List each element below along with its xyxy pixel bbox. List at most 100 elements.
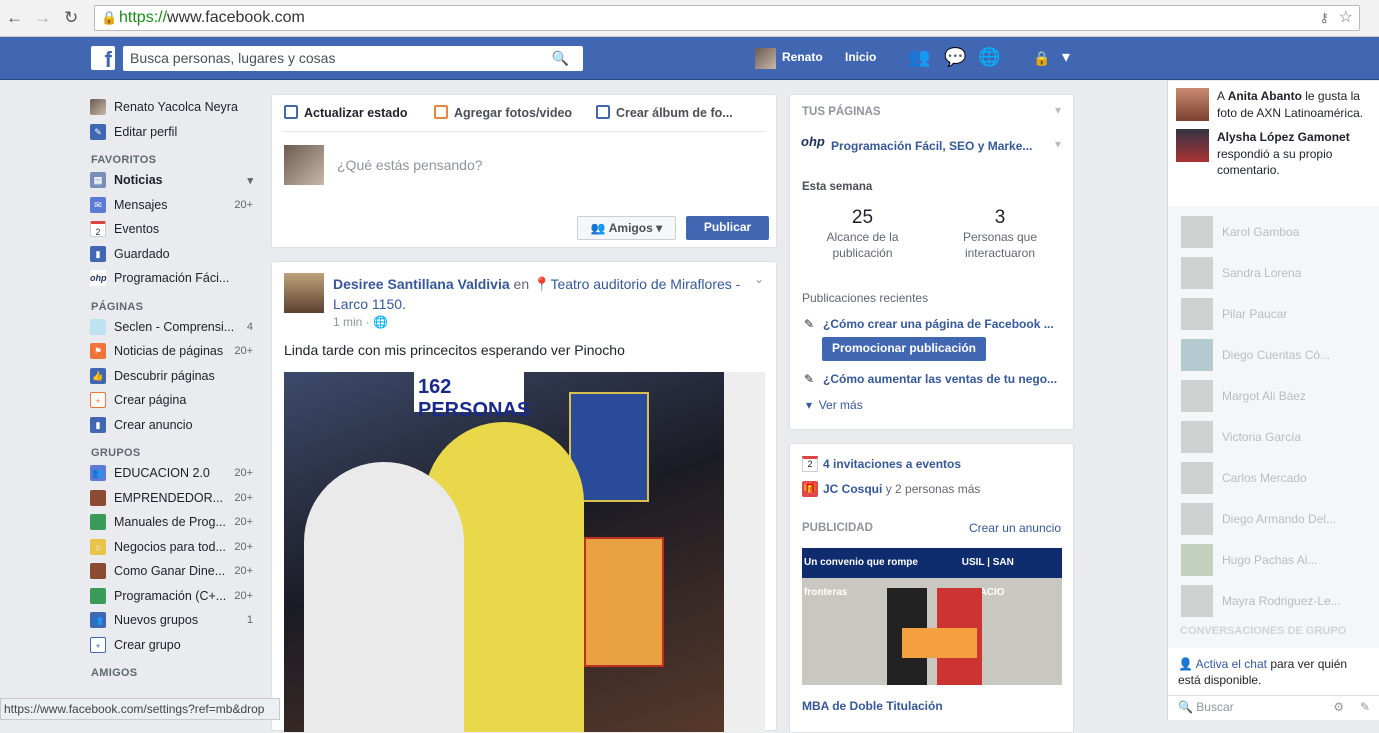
page-logo-icon: ohp xyxy=(801,134,825,149)
see-more-link[interactable]: ▾ Ver más xyxy=(806,398,863,412)
notifications-globe-icon[interactable]: 🌐 xyxy=(978,47,1000,68)
profile-link[interactable]: Renato xyxy=(782,50,823,64)
post-photo[interactable]: 162 PERSONAS xyxy=(284,372,765,732)
key-icon[interactable]: ⚷ xyxy=(1319,6,1329,30)
post-options-chevron-icon[interactable]: ⌄ xyxy=(754,272,764,286)
sidebar-group-item[interactable]: Como Ganar Dine... 20+ xyxy=(90,559,260,584)
sidebar-group-item[interactable]: EMPRENDEDOR... 20+ xyxy=(90,486,260,511)
chevron-down-icon[interactable]: ▾ xyxy=(247,174,253,187)
ad-image[interactable]: Un convenio que rompe fronteras USIL | SA… xyxy=(802,548,1062,685)
birthday-link[interactable]: JC Cosqui xyxy=(823,482,882,496)
promote-post-button[interactable]: Promocionar publicación xyxy=(822,337,986,361)
sidebar-page-item[interactable]: Seclen - Comprensi... 4 xyxy=(90,315,260,340)
recent-post-link[interactable]: ¿Cómo aumentar las ventas de tu nego... xyxy=(823,372,1057,386)
privacy-lock-icon[interactable]: 🔒 xyxy=(1033,50,1050,67)
publish-button[interactable]: Publicar xyxy=(686,216,769,240)
favorites-heading: FAVORITOS xyxy=(91,154,157,166)
compose-icon[interactable]: ✎ xyxy=(1360,700,1370,714)
sidebar-group-item[interactable]: Programación (C+... 20+ xyxy=(90,584,260,609)
sidebar-page-item[interactable]: ▮ Crear anuncio xyxy=(90,413,260,438)
author-avatar[interactable] xyxy=(284,273,324,313)
sidebar-profile[interactable]: Renato Yacolca Neyra xyxy=(90,95,260,120)
sidebar-page-item[interactable]: + Crear página xyxy=(90,388,260,413)
chevron-down-icon[interactable]: ▾ xyxy=(1055,103,1061,117)
your-pages-card: TUS PÁGINAS ▾ ohp Programación Fácil, SE… xyxy=(789,94,1074,430)
chat-friend[interactable]: Hugo Pachas Al... xyxy=(1168,539,1379,580)
facebook-header: f Busca personas, lugares y cosas 🔍 Renat… xyxy=(0,37,1379,80)
plus-icon: + xyxy=(90,636,106,653)
sidebar-item-guardado[interactable]: ▮ Guardado xyxy=(90,242,260,267)
sidebar-page-item[interactable]: 👍 Descubrir páginas xyxy=(90,364,260,389)
friend-requests-icon[interactable]: 👥 xyxy=(908,47,930,68)
chip-icon xyxy=(90,587,106,604)
activate-chat-link[interactable]: Activa el chat xyxy=(1196,657,1267,671)
sidebar-group-item[interactable]: ⌂ Negocios para tod... 20+ xyxy=(90,535,260,560)
sidebar-item-eventos[interactable]: 2 Eventos xyxy=(90,217,260,242)
bookmark-star-icon[interactable]: ☆ xyxy=(1339,6,1353,30)
browser-toolbar: ← → ↻ 🔒 https://www.facebook.com ⚷ ☆ xyxy=(0,0,1379,37)
page-link[interactable]: Programación Fácil, SEO y Marke... xyxy=(831,139,1032,153)
home-link[interactable]: Inicio xyxy=(845,50,876,64)
ticker-item[interactable]: Alysha López Gamonet respondió a su prop… xyxy=(1176,129,1371,179)
messages-icon: ✉ xyxy=(90,196,106,213)
ticker-item[interactable]: A Anita Abanto le gusta la foto de AXN L… xyxy=(1176,88,1371,121)
chevron-down-icon[interactable]: ▾ xyxy=(1055,137,1061,151)
address-bar[interactable]: 🔒 https://www.facebook.com ⚷ ☆ xyxy=(94,5,1360,31)
search-input[interactable]: Busca personas, lugares y cosas 🔍 xyxy=(123,46,583,71)
recent-post-link[interactable]: ¿Cómo crear una página de Facebook ... xyxy=(823,317,1054,331)
sidebar-item-programacion[interactable]: ohp Programación Fáci... xyxy=(90,266,260,291)
sidebar-edit-profile[interactable]: ✎ Editar perfil xyxy=(90,120,260,145)
chat-friend[interactable]: Mayra Rodriguez-Le... xyxy=(1168,580,1379,621)
pencil-icon: ✎ xyxy=(90,123,106,140)
chat-friend[interactable]: Sandra Lorena xyxy=(1168,252,1379,293)
audience-selector[interactable]: 👥 Amigos ▾ xyxy=(577,216,676,240)
facebook-logo[interactable]: f xyxy=(91,46,115,72)
ad-title-link[interactable]: MBA de Doble Titulación xyxy=(802,699,943,713)
search-icon: 🔍 xyxy=(1178,700,1193,714)
settings-dropdown-icon[interactable]: ▾ xyxy=(1062,47,1070,67)
status-input[interactable]: ¿Qué estás pensando? xyxy=(337,157,483,173)
edit-icon: ✎ xyxy=(804,372,815,386)
post: Desiree Santillana Valdivia en 📍Teatro a… xyxy=(271,261,777,732)
chat-friend[interactable]: Diego Armando Del... xyxy=(1168,498,1379,539)
sidebar-item-mensajes[interactable]: ✉ Mensajes 20+ xyxy=(90,193,260,218)
groups-heading: GRUPOS xyxy=(91,447,141,459)
sidebar-group-item[interactable]: Manuales de Prog... 20+ xyxy=(90,510,260,535)
sidebar-page-item[interactable]: ⚑ Noticias de páginas 20+ xyxy=(90,339,260,364)
chat-friend[interactable]: Margot Ali Báez xyxy=(1168,375,1379,416)
pages-heading: PÁGINAS xyxy=(91,300,144,313)
search-icon[interactable]: 🔍 xyxy=(552,46,569,71)
reload-icon[interactable]: ↻ xyxy=(64,8,78,28)
post-text: Linda tarde con mis princecitos esperand… xyxy=(284,342,625,358)
tab-update-status[interactable]: Actualizar estado xyxy=(284,105,408,120)
chat-friend[interactable]: Diego Cuentas Có... xyxy=(1168,334,1379,375)
create-ad-link[interactable]: Crear un anuncio xyxy=(969,521,1061,535)
post-timestamp[interactable]: 1 min · 🌐 xyxy=(333,315,388,329)
tab-add-photos[interactable]: Agregar fotos/video xyxy=(434,105,572,120)
avatar xyxy=(1176,88,1209,121)
sidebar-group-item[interactable]: 👥 EDUCACION 2.0 20+ xyxy=(90,461,260,486)
chat-friend[interactable]: Pilar Paucar xyxy=(1168,293,1379,334)
gear-icon[interactable]: ⚙ xyxy=(1333,700,1344,714)
gift-icon: 🎁 xyxy=(802,481,818,497)
event-invites-link[interactable]: 4 invitaciones a eventos xyxy=(823,457,961,471)
bar-chart-icon: ▮ xyxy=(90,416,106,433)
ticker: A Anita Abanto le gusta la foto de AXN L… xyxy=(1168,81,1379,206)
messages-icon[interactable]: 💬 xyxy=(944,47,966,68)
back-icon[interactable]: ← xyxy=(6,8,23,28)
avatar xyxy=(1176,129,1209,162)
chat-friend[interactable]: Carlos Mercado xyxy=(1168,457,1379,498)
sidebar-item-noticias[interactable]: ▤ Noticias ▾ xyxy=(90,168,260,193)
briefcase-icon xyxy=(90,563,106,580)
chat-friend[interactable]: Karol Gamboa xyxy=(1168,211,1379,252)
forward-icon[interactable]: → xyxy=(34,8,51,28)
tab-create-album[interactable]: Crear álbum de fo... xyxy=(596,105,733,120)
user-avatar[interactable] xyxy=(755,48,776,69)
sidebar-create-group[interactable]: + Crear grupo xyxy=(90,633,260,658)
chat-friend[interactable]: Victoria García xyxy=(1168,416,1379,457)
chat-sidebar: A Anita Abanto le gusta la foto de AXN L… xyxy=(1167,81,1379,720)
engaged-value: 3 xyxy=(994,207,1006,228)
sidebar-group-item[interactable]: 👥 Nuevos grupos 1 xyxy=(90,608,260,633)
chat-search-input[interactable]: 🔍 Buscar ⚙ ✎ xyxy=(1168,695,1379,720)
author-link[interactable]: Desiree Santillana Valdivia xyxy=(333,276,510,292)
